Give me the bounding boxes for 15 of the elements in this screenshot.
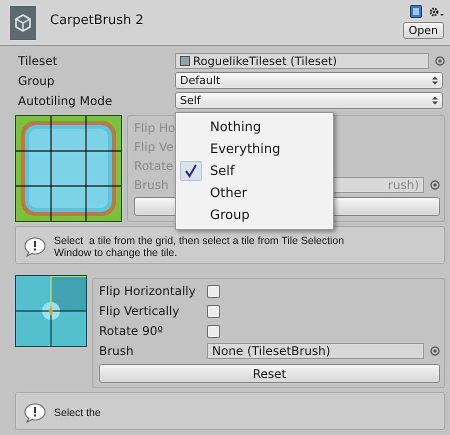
field-label: Tileset (18, 54, 58, 68)
field-label: Rotate (134, 158, 174, 172)
inspector-title: CarpetBrush 2 (50, 13, 145, 28)
field-label: Brush (134, 178, 169, 192)
field-label: Flip Horizontally (99, 284, 197, 298)
help-text: Select a tile from the grid, then select a tile from Tile Selection Window to change the tile. (54, 235, 346, 259)
field-label: Flip Ho (134, 120, 176, 134)
field-value: RoguelikeTileset (Tileset) (193, 54, 337, 68)
field-label: Autotiling Mode (18, 94, 114, 108)
field-label: Rotate 90º (99, 324, 164, 338)
field-label: Flip Vertically (99, 304, 180, 318)
help-text: Select the (54, 407, 101, 419)
field-label: Brush (99, 344, 135, 358)
field-label: Flip Ve (134, 140, 174, 154)
field-label: Group (18, 74, 56, 88)
